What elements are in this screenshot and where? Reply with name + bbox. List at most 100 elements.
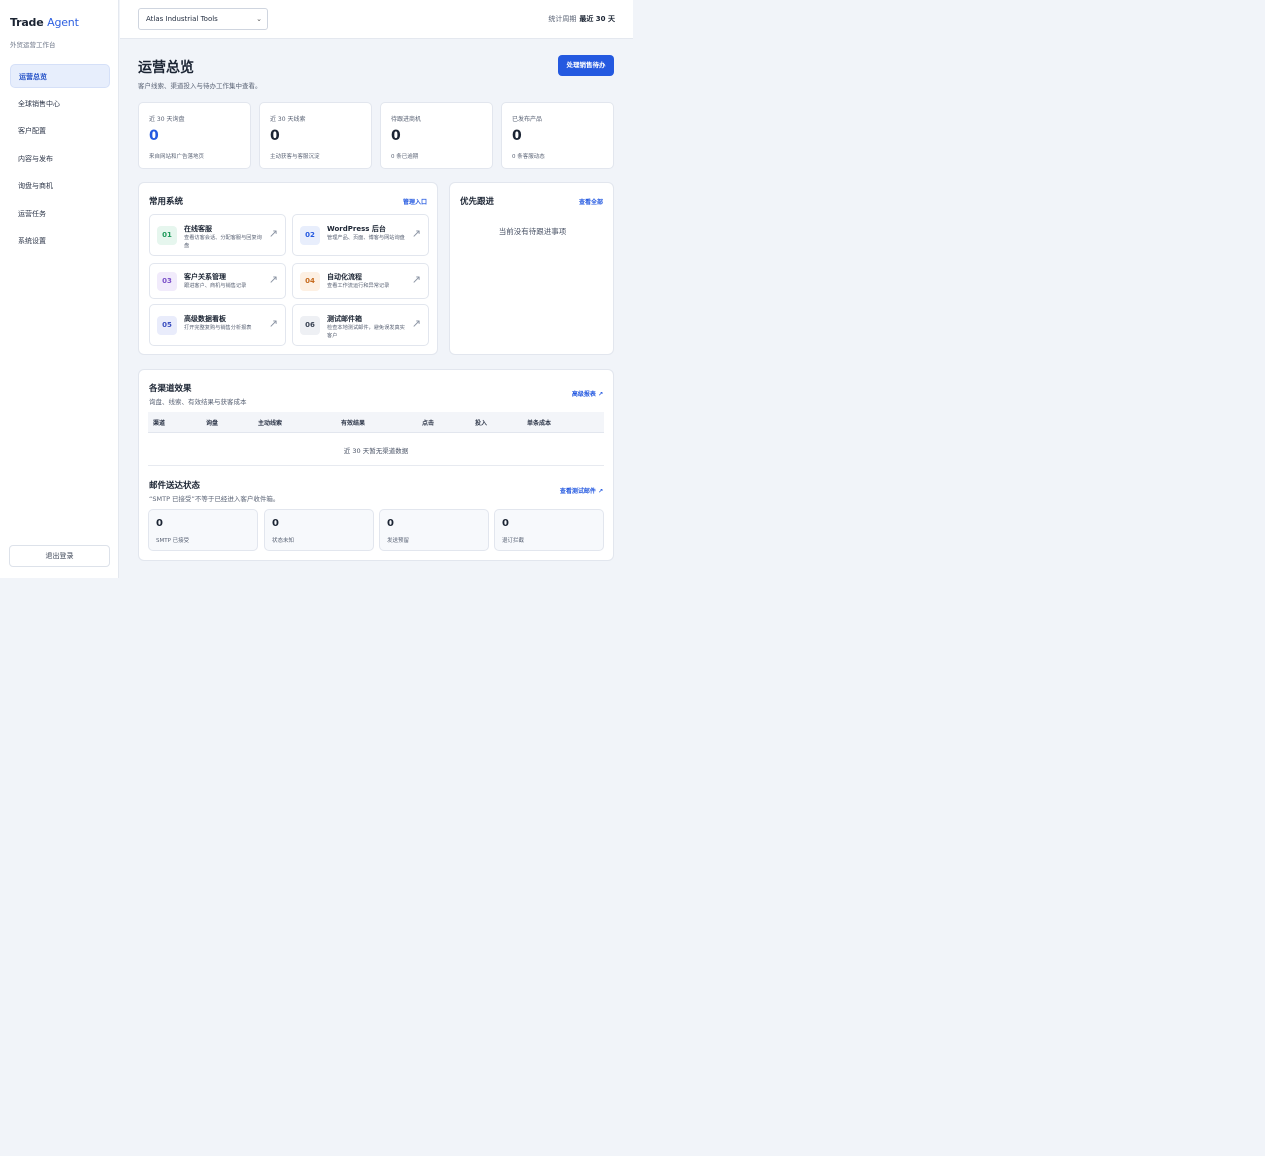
brand-main: Trade xyxy=(10,16,44,29)
page-subtitle: 客户线索、渠道投入与待办工作集中查看。 xyxy=(138,82,262,90)
stat-card-inquiries: 近 30 天询盘 0 来自网站和广告落地页 xyxy=(138,102,251,169)
section-divider xyxy=(148,465,604,466)
mail-stat-smtp-accepted: 0 SMTP 已接受 xyxy=(148,509,258,551)
external-arrow-icon: ↗ xyxy=(268,227,278,240)
external-arrow-icon: ↗ xyxy=(411,227,421,240)
stat-card-opportunities: 待跟进商机 0 0 条已逾期 xyxy=(380,102,493,169)
sidebar: Trade Agent 外贸运营工作台 运营总览 全球销售中心 客户配置 内容与… xyxy=(0,0,119,578)
sidebar-item-settings[interactable]: 系统设置 xyxy=(10,229,110,253)
external-arrow-icon: ↗ xyxy=(268,317,278,330)
priority-empty-message: 当前没有待跟进事项 xyxy=(498,227,567,236)
mail-stat-label: SMTP 已接受 xyxy=(156,538,190,544)
mail-stat-value: 0 xyxy=(272,518,279,529)
mail-stat-label: 退订拦截 xyxy=(502,538,525,544)
stat-label: 待跟进商机 xyxy=(391,116,422,123)
mail-subtitle: “SMTP 已接受”不等于已经进入客户收件箱。 xyxy=(149,495,280,503)
stat-sub: 来自网站和广告落地页 xyxy=(149,154,205,160)
system-name: 在线客服 xyxy=(184,225,212,233)
system-desc: 跟进客户、商机与销售记录 xyxy=(184,283,247,289)
system-entry-live-chat[interactable]: 01 在线客服 查看访客会话、分配客服与回复询盘 ↗ xyxy=(149,214,286,256)
mail-stat-reserved: 0 发送预留 xyxy=(379,509,489,551)
stat-label: 已发布产品 xyxy=(512,116,543,123)
handle-sales-todo-button[interactable]: 处理销售待办 xyxy=(558,55,614,76)
system-entry-automation[interactable]: 04 自动化流程 查看工作流运行和异常记录 ↗ xyxy=(292,263,429,299)
system-desc: 管理产品、页面、博客与网站询盘 xyxy=(327,235,405,241)
system-number: 03 xyxy=(157,272,177,291)
system-name: 客户关系管理 xyxy=(184,273,226,281)
mail-stat-value: 0 xyxy=(502,518,509,529)
sidebar-item-customer-config[interactable]: 客户配置 xyxy=(10,119,110,143)
common-systems-card: 常用系统 管理入口 01 在线客服 查看访客会话、分配客服与回复询盘 ↗ 02 … xyxy=(138,182,438,355)
external-arrow-icon: ↗ xyxy=(411,273,421,286)
column-header: 主动线索 xyxy=(258,420,283,427)
site-select[interactable]: Atlas Industrial Tools ⌄ xyxy=(138,8,268,30)
column-header: 询盘 xyxy=(206,420,219,427)
mail-stat-label: 状态未知 xyxy=(272,538,295,544)
period-label: 统计周期 xyxy=(548,15,577,23)
view-test-mail-link[interactable]: 查看测试邮件 ↗ xyxy=(560,486,603,495)
system-desc: 查看访客会话、分配客服与回复询盘 xyxy=(184,235,262,249)
stat-sub: 0 条已逾期 xyxy=(391,154,419,160)
sidebar-nav: 运营总览 全球销售中心 客户配置 内容与发布 询盘与商机 运营任务 系统设置 xyxy=(10,64,110,257)
system-number: 04 xyxy=(300,272,320,291)
stat-value: 0 xyxy=(149,128,159,144)
mail-stat-label: 发送预留 xyxy=(387,538,410,544)
topbar: Atlas Industrial Tools ⌄ 统计周期 最近 30 天 xyxy=(120,0,633,39)
common-systems-title: 常用系统 xyxy=(149,197,184,207)
sidebar-item-global-sales[interactable]: 全球销售中心 xyxy=(10,92,110,116)
system-entry-wordpress[interactable]: 02 WordPress 后台 管理产品、页面、博客与网站询盘 ↗ xyxy=(292,214,429,256)
site-select-value: Atlas Industrial Tools xyxy=(146,15,218,23)
system-name: 测试邮件箱 xyxy=(327,315,362,323)
system-name: 自动化流程 xyxy=(327,273,362,281)
stat-value: 0 xyxy=(270,128,280,144)
period-value: 最近 30 天 xyxy=(579,15,615,23)
mail-stat-unknown: 0 状态未知 xyxy=(264,509,374,551)
brand-logo[interactable]: Trade Agent xyxy=(10,16,79,29)
external-arrow-icon: ↗ xyxy=(411,317,421,330)
sidebar-item-inquiries[interactable]: 询盘与商机 xyxy=(10,174,110,198)
mail-stat-value: 0 xyxy=(387,518,394,529)
period-display: 统计周期 最近 30 天 xyxy=(548,14,615,24)
channels-subtitle: 询盘、线索、有效结果与获客成本 xyxy=(149,398,247,406)
channels-title: 各渠道效果 xyxy=(149,384,192,394)
view-all-link[interactable]: 查看全部 xyxy=(579,197,603,206)
column-header: 单条成本 xyxy=(527,420,552,427)
advanced-report-link[interactable]: 高级报表 ↗ xyxy=(572,389,603,398)
brand-accent: Agent xyxy=(47,16,79,29)
mail-title: 邮件送达状态 xyxy=(149,481,201,491)
system-number: 01 xyxy=(157,226,177,245)
stat-sub: 主动获客与客服沉淀 xyxy=(270,154,320,160)
stat-sub: 0 条客服动态 xyxy=(512,154,545,160)
stat-value: 0 xyxy=(391,128,401,144)
mail-stat-unsubscribed: 0 退订拦截 xyxy=(494,509,604,551)
system-name: WordPress 后台 xyxy=(327,225,386,233)
logout-button[interactable]: 退出登录 xyxy=(9,545,110,567)
mail-stat-value: 0 xyxy=(156,518,163,529)
sidebar-item-content-publish[interactable]: 内容与发布 xyxy=(10,147,110,171)
system-desc: 查看工作流运行和异常记录 xyxy=(327,283,390,289)
column-header: 点击 xyxy=(422,420,435,427)
system-entry-crm[interactable]: 03 客户关系管理 跟进客户、商机与销售记录 ↗ xyxy=(149,263,286,299)
manage-entries-link[interactable]: 管理入口 xyxy=(403,197,427,206)
system-desc: 打开完整复购与销售分析报表 xyxy=(184,325,252,331)
sidebar-item-overview[interactable]: 运营总览 xyxy=(10,64,110,88)
priority-title: 优先跟进 xyxy=(460,197,495,207)
external-arrow-icon: ↗ xyxy=(268,273,278,286)
system-number: 06 xyxy=(300,316,320,335)
column-header: 渠道 xyxy=(153,420,166,427)
system-desc: 检查本地测试邮件，避免误发真实客户 xyxy=(327,325,405,339)
sidebar-item-tasks[interactable]: 运营任务 xyxy=(10,202,110,226)
system-number: 02 xyxy=(300,226,320,245)
page-title: 运营总览 xyxy=(138,60,194,76)
stat-label: 近 30 天询盘 xyxy=(149,116,185,123)
stat-value: 0 xyxy=(512,128,522,144)
channels-empty-message: 近 30 天暂无渠道数据 xyxy=(343,447,409,455)
system-entry-test-mailbox[interactable]: 06 测试邮件箱 检查本地测试邮件，避免误发真实客户 ↗ xyxy=(292,304,429,346)
system-entry-dashboard[interactable]: 05 高级数据看板 打开完整复购与销售分析报表 ↗ xyxy=(149,304,286,346)
brand-subtitle: 外贸运营工作台 xyxy=(10,41,56,49)
chevron-down-icon: ⌄ xyxy=(256,15,262,23)
column-header: 有效结果 xyxy=(341,420,366,427)
column-header: 投入 xyxy=(475,420,488,427)
system-name: 高级数据看板 xyxy=(184,315,226,323)
stat-card-products: 已发布产品 0 0 条客服动态 xyxy=(501,102,614,169)
